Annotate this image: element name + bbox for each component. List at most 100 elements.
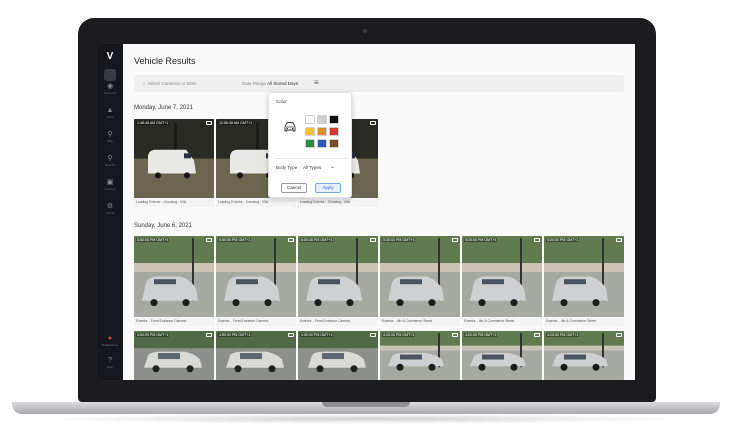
video-icon [370, 333, 376, 337]
chevron-down-icon[interactable]: ⌄ [330, 163, 335, 170]
video-icon [616, 238, 622, 242]
camera-snapshot-image [462, 236, 542, 326]
result-camera-caption: Exterior - Front Entrance Camera [216, 317, 296, 326]
video-icon [288, 333, 294, 337]
sidebar-item-help[interactable]: ? Help [97, 356, 123, 378]
result-timestamp: 4:50:00 PM GMT+1 [136, 333, 170, 337]
camera-snapshot-image [380, 331, 460, 380]
car-icon [284, 122, 296, 132]
sidebar-item-alerts[interactable]: ▲ Alerts [97, 106, 123, 128]
date-range-label: Date Range [242, 81, 267, 86]
camera-snapshot-image [134, 119, 214, 207]
vehicle-result-card[interactable]: 5:30:00 PM GMT+1 Exterior - 4th & Commerc… [380, 236, 460, 326]
camera-site-placeholder: Select Cameras or Sites [147, 81, 197, 86]
app-logo-icon[interactable]: V [103, 52, 117, 62]
sidebar-item-label: Map [107, 139, 113, 143]
help-icon: ? [108, 357, 112, 364]
sidebar-item-label: Cameras [103, 91, 117, 95]
result-timestamp: 4:20:00 PM GMT+1 [382, 333, 416, 337]
search-icon: ⚲ [107, 155, 113, 162]
result-timestamp: 4:20:00 PM GMT+1 [546, 333, 580, 337]
date-group-heading: Monday, June 7, 2021 [134, 105, 193, 111]
result-timestamp: 6:50:06 PM GMT+1 [218, 238, 252, 242]
vehicle-result-card[interactable]: 4:50:00 PM GMT+1 [216, 331, 296, 380]
sidebar-item-notifications[interactable]: ● Notifications [97, 334, 123, 356]
video-icon [452, 333, 458, 337]
filter-bar: ⌕ Select Cameras or Sites Date Range All … [134, 75, 624, 92]
laptop-shadow [40, 414, 690, 424]
app-screen: V ◉ Cameras ▲ Alerts ⚲ Map ⚲ Search ▣ De… [97, 44, 635, 380]
video-icon [370, 238, 376, 242]
sidebar-item-label: Devices [104, 187, 116, 191]
result-timestamp: 12:56:38 AM GMT+1 [218, 121, 254, 125]
video-icon [206, 121, 212, 125]
vehicle-result-card[interactable]: 4:20:00 PM GMT+1 [380, 331, 460, 380]
sidebar-item-map[interactable]: ⚲ Map [97, 130, 123, 152]
camera-snapshot-image [462, 331, 542, 380]
vehicle-result-card[interactable]: 4:20:00 PM GMT+1 [462, 331, 542, 380]
color-swatch[interactable] [317, 127, 327, 136]
result-timestamp: 5:20:00 PM GMT+1 [546, 238, 580, 242]
camera-snapshot-image [134, 331, 214, 380]
sidebar-item-search[interactable]: ⚲ Search [97, 154, 123, 176]
camera-site-select[interactable]: ⌕ Select Cameras or Sites [143, 79, 233, 88]
color-swatch[interactable] [329, 115, 339, 124]
result-timestamp: 6:50:06 PM GMT+1 [300, 238, 334, 242]
vehicle-result-card[interactable]: 6:50:06 PM GMT+1 Exterior - Front Entranc… [134, 236, 214, 326]
color-swatch[interactable] [317, 115, 327, 124]
vehicle-result-card[interactable]: 4:50:00 PM GMT+1 [134, 331, 214, 380]
video-icon [534, 238, 540, 242]
main-content: Vehicle Results ⌕ Select Cameras or Sites… [123, 44, 635, 380]
color-swatch[interactable] [305, 139, 315, 148]
sidebar-item-label: Search [105, 163, 115, 167]
search-icon: ⌕ [143, 81, 146, 87]
camera-snapshot-image [298, 331, 378, 380]
filter-menu-icon[interactable]: ≡ [314, 78, 319, 88]
vehicle-result-card[interactable]: 4:50:00 PM GMT+1 [298, 331, 378, 380]
color-swatch[interactable] [329, 139, 339, 148]
color-swatch[interactable] [317, 139, 327, 148]
video-icon [616, 333, 622, 337]
map-icon: ⚲ [107, 131, 113, 138]
vehicle-result-card[interactable]: 6:50:06 PM GMT+1 Exterior - Front Entranc… [216, 236, 296, 326]
vehicle-result-card[interactable]: 5:20:00 PM GMT+1 Exterior - 4th & Commerc… [544, 236, 624, 326]
sidebar-item-admin[interactable]: ⚙ Admin [97, 202, 123, 224]
sidebar-active-indicator [104, 69, 116, 81]
video-icon [288, 238, 294, 242]
devices-icon: ▣ [106, 179, 114, 186]
body-type-select[interactable]: All Types [303, 165, 321, 170]
color-swatch-grid [305, 115, 341, 149]
sidebar-item-label: Alerts [106, 115, 114, 119]
result-camera-caption: Exterior - 4th & Commerce Street [544, 317, 624, 326]
color-swatch[interactable] [329, 127, 339, 136]
date-group-heading: Sunday, June 6, 2021 [134, 223, 192, 229]
vehicle-result-card[interactable]: 6:50:06 PM GMT+1 Exterior - Front Entranc… [298, 236, 378, 326]
result-timestamp: 4:50:00 PM GMT+1 [300, 333, 334, 337]
sidebar-item-cameras[interactable]: ◉ Cameras [97, 82, 123, 104]
result-camera-caption: Loading Exterior - Crossing - 03A [298, 198, 378, 207]
video-icon [534, 333, 540, 337]
cancel-button[interactable]: Cancel [281, 183, 307, 193]
video-icon [370, 121, 376, 125]
popover-divider [275, 158, 347, 159]
camera-icon: ◉ [106, 83, 114, 90]
apply-button[interactable]: Apply [315, 183, 341, 193]
laptop-notch [322, 402, 410, 407]
color-label: Color [276, 99, 287, 104]
sidebar-item-devices[interactable]: ▣ Devices [97, 178, 123, 200]
camera-snapshot-image [544, 331, 624, 380]
sidebar-item-label: Notifications [101, 343, 119, 347]
vehicle-result-card[interactable]: 5:20:00 PM GMT+1 Exterior - 4th & Commerc… [462, 236, 542, 326]
sidebar-item-label: Admin [105, 211, 115, 215]
vehicle-result-card[interactable]: 1:48:48 AM GMT+1 Loading Exterior - Cross… [134, 119, 214, 207]
color-swatch[interactable] [305, 127, 315, 136]
vehicle-result-card[interactable]: 4:20:00 PM GMT+1 [544, 331, 624, 380]
webcam-icon [363, 29, 367, 33]
admin-icon: ⚙ [106, 203, 114, 210]
date-range-select[interactable]: All Stored Days [267, 79, 298, 88]
color-swatch[interactable] [305, 115, 315, 124]
result-camera-caption: Exterior - 4th & Commerce Street [380, 317, 460, 326]
camera-snapshot-image [380, 236, 460, 326]
camera-snapshot-image [134, 236, 214, 326]
sidebar-item-label: Help [106, 365, 114, 369]
